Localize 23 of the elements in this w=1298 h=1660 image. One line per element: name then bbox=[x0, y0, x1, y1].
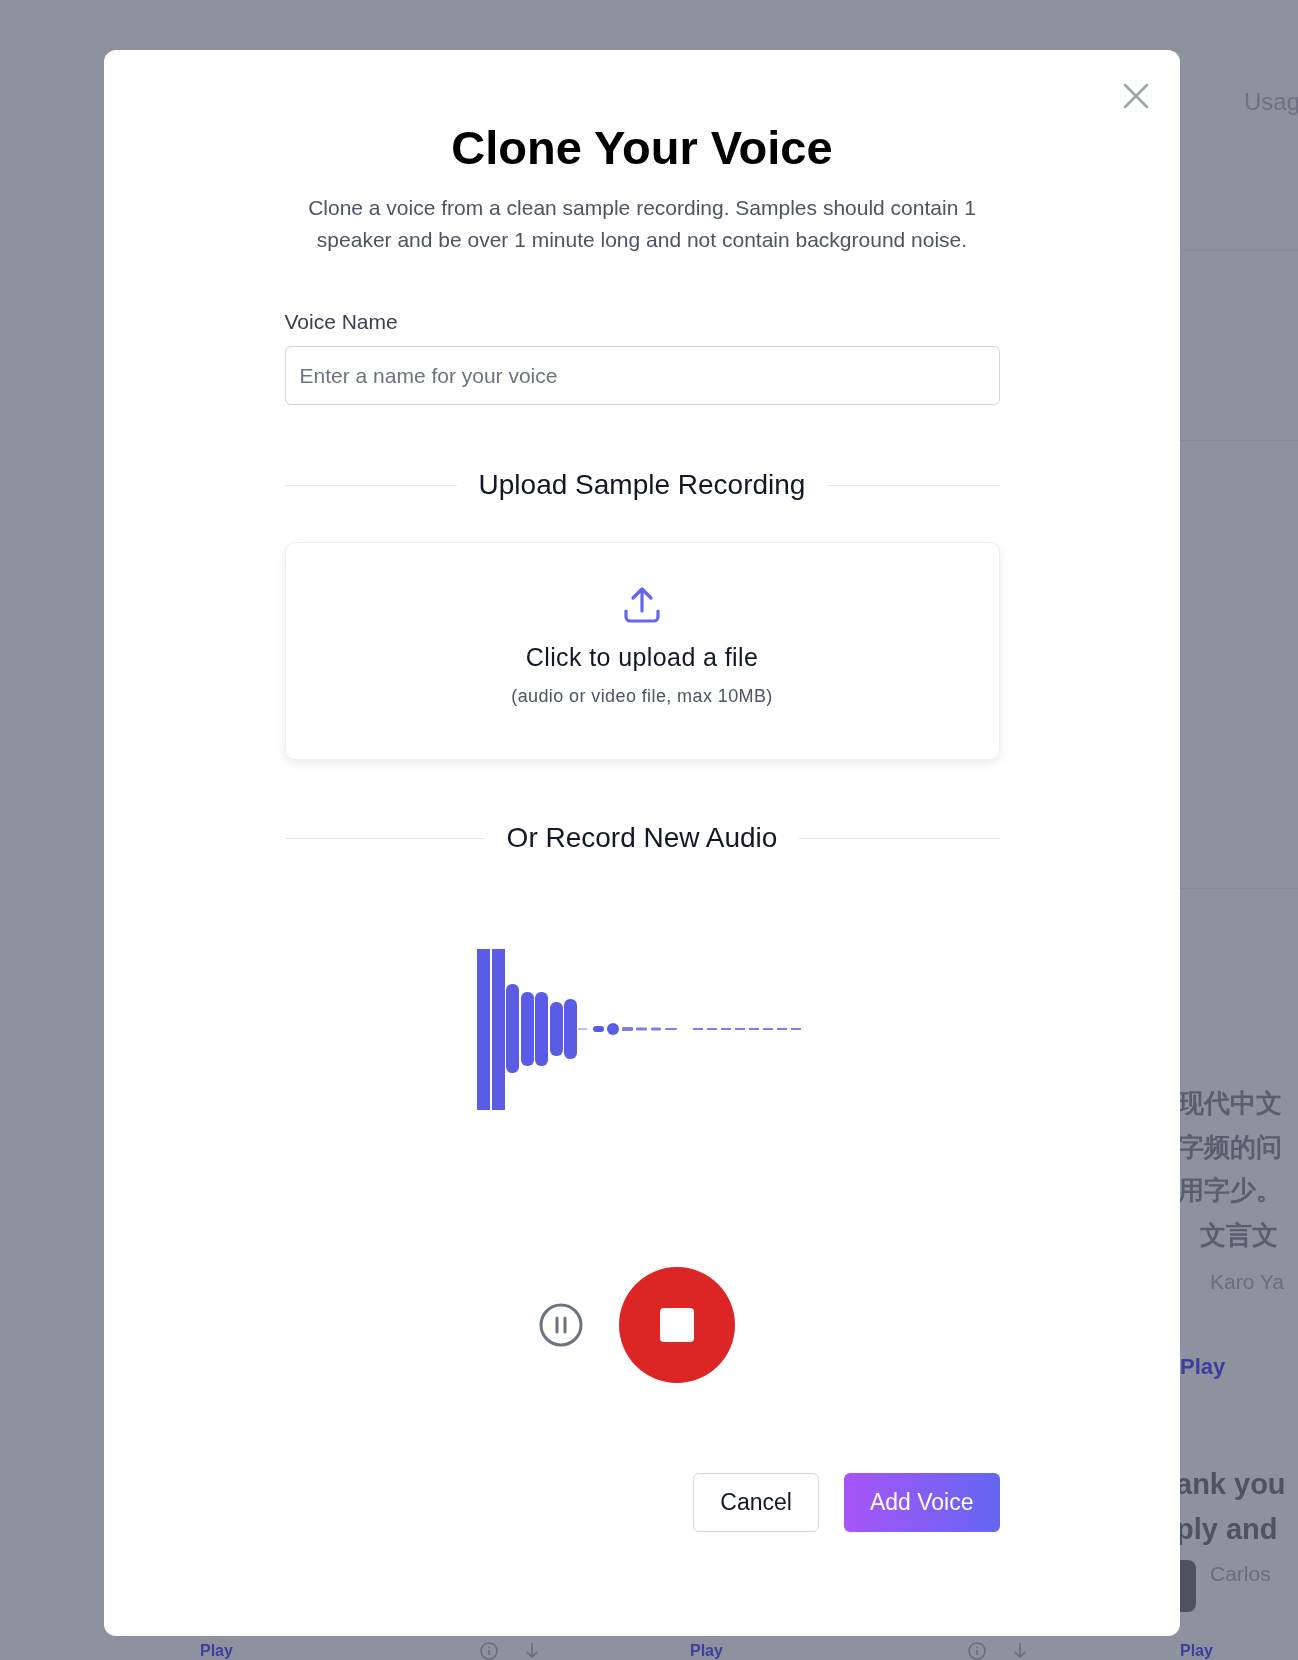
close-button[interactable] bbox=[1123, 83, 1149, 109]
section-heading: Upload Sample Recording bbox=[478, 469, 806, 501]
play-link[interactable]: Play bbox=[1180, 1642, 1213, 1660]
play-link[interactable]: Play bbox=[1180, 1354, 1226, 1380]
modal-title: Clone Your Voice bbox=[450, 120, 834, 176]
cancel-button[interactable]: Cancel bbox=[693, 1473, 819, 1532]
pause-button[interactable] bbox=[539, 1303, 583, 1347]
add-voice-button[interactable]: Add Voice bbox=[843, 1473, 1000, 1532]
section-heading: Or Record New Audio bbox=[506, 822, 778, 854]
info-icon[interactable] bbox=[480, 1642, 498, 1660]
avatar bbox=[1180, 1560, 1196, 1612]
download-icon[interactable] bbox=[1012, 1642, 1028, 1660]
upload-icon bbox=[622, 585, 662, 625]
voice-name-field[interactable]: Enter a name for your voice bbox=[284, 346, 1000, 405]
upload-dropzone[interactable]: Click to upload a file (audio or video file, max 10MB) bbox=[284, 542, 1000, 760]
play-link[interactable]: Play bbox=[200, 1642, 233, 1660]
upload-hint: (audio or video file, max 10MB) bbox=[511, 686, 773, 707]
info-icon[interactable] bbox=[968, 1642, 986, 1660]
field-label: Voice Name bbox=[284, 309, 399, 335]
download-icon[interactable] bbox=[524, 1642, 540, 1660]
play-link[interactable]: Play bbox=[690, 1642, 723, 1660]
description-text: Clone a voice from a clean sample recording. Samples should contain 1 speaker and be over 1 minute long and not contain background noise. bbox=[307, 195, 977, 253]
upload-prompt: Click to upload a file bbox=[525, 643, 759, 672]
